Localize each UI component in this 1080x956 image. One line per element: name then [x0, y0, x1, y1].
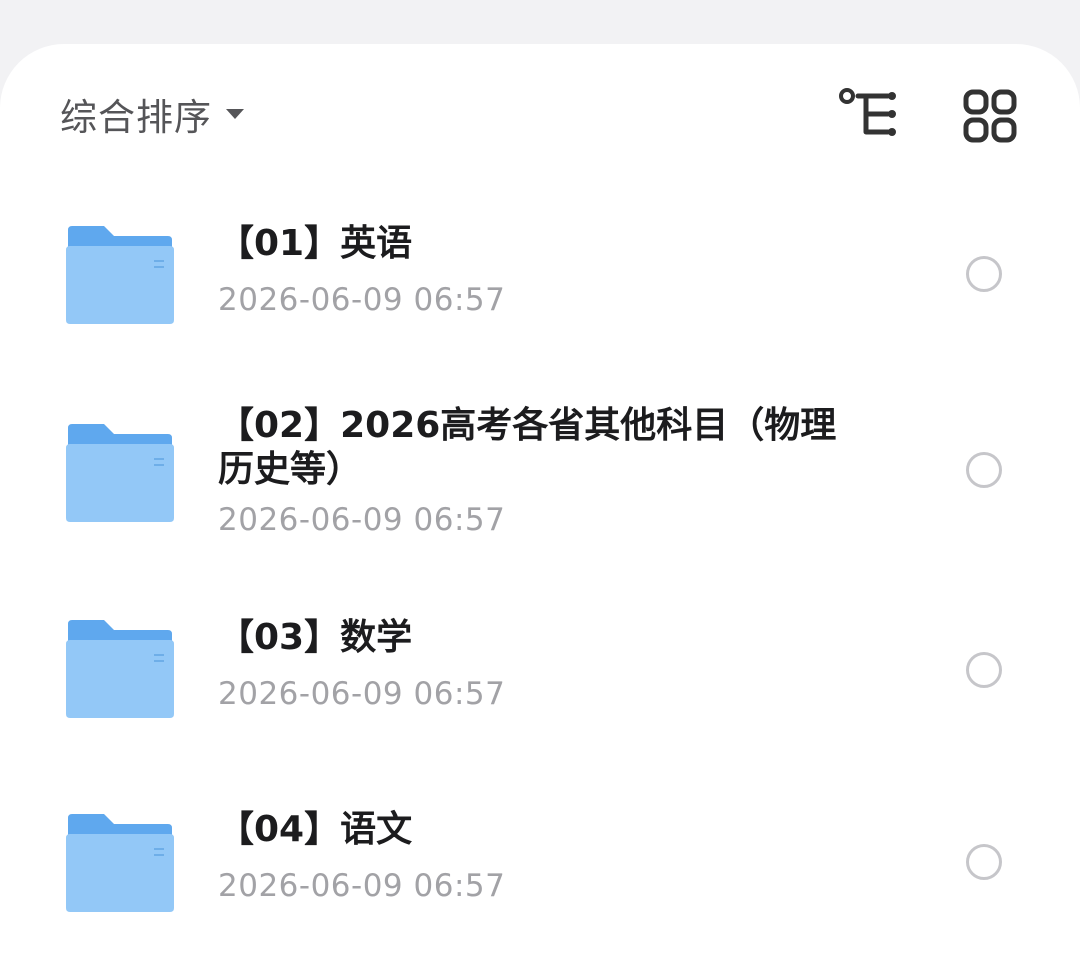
file-title: 【03】数学	[218, 617, 413, 658]
folder-icon	[64, 224, 176, 324]
folder-icon	[64, 422, 176, 522]
caret-down-icon	[226, 109, 244, 119]
sort-dropdown[interactable]: 综合排序	[60, 88, 244, 140]
folder-icon	[64, 618, 176, 718]
file-date: 2026-06-09 06:57	[218, 282, 506, 318]
select-radio[interactable]	[966, 844, 1002, 880]
file-date: 2026-06-09 06:57	[218, 868, 506, 904]
list-item[interactable]: 【01】英语 2026-06-09 06:57	[0, 150, 1080, 324]
folder-icon	[64, 812, 176, 912]
tree-view-icon[interactable]	[836, 88, 900, 144]
select-radio[interactable]	[966, 652, 1002, 688]
select-radio[interactable]	[966, 256, 1002, 292]
file-date: 2026-06-09 06:57	[218, 676, 506, 712]
file-title: 【04】语文	[218, 809, 413, 850]
list-item[interactable]: 【02】2026高考各省其他科目（物理历史等） 2026-06-09 06:57	[0, 346, 1080, 566]
grid-view-icon[interactable]	[962, 88, 1018, 144]
file-date: 2026-06-09 06:57	[218, 502, 506, 538]
list-item[interactable]: 【04】语文 2026-06-09 06:57	[0, 760, 1080, 940]
select-radio[interactable]	[966, 452, 1002, 488]
list-item[interactable]: 【03】数学 2026-06-09 06:57	[0, 566, 1080, 746]
file-title: 【01】英语	[218, 223, 413, 264]
file-title: 【02】2026高考各省其他科目（物理历史等）	[218, 405, 837, 490]
sort-label: 综合排序	[60, 96, 212, 139]
